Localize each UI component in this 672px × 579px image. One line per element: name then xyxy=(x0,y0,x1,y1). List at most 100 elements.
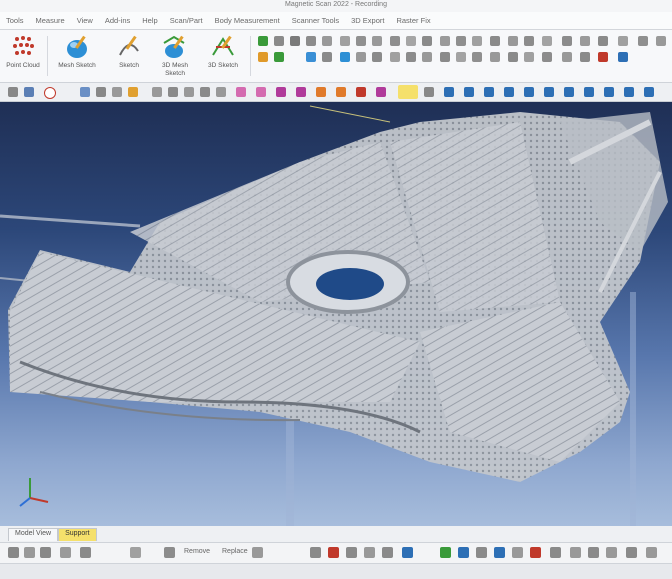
lasso-icon[interactable] xyxy=(24,87,34,97)
scale-icon[interactable] xyxy=(656,36,666,46)
mirror-icon[interactable] xyxy=(472,36,482,46)
move-icon[interactable] xyxy=(618,36,628,46)
3d-mesh-sketch-button[interactable]: 3D Mesh Sketch xyxy=(152,33,198,79)
auto-surface-icon[interactable] xyxy=(422,52,432,62)
sew-icon[interactable] xyxy=(562,36,572,46)
branch-icon[interactable] xyxy=(290,36,300,46)
shell-icon[interactable] xyxy=(406,36,416,46)
draft-icon[interactable] xyxy=(456,36,466,46)
orange-diamond-icon[interactable] xyxy=(316,87,326,97)
zoom-icon[interactable] xyxy=(152,87,162,97)
cube-top-icon[interactable] xyxy=(484,87,494,97)
menu-body-measurement[interactable]: Body Measurement xyxy=(209,16,286,25)
filter-icon[interactable] xyxy=(128,87,138,97)
cube-bottom-icon[interactable] xyxy=(544,87,554,97)
sweep-icon[interactable] xyxy=(372,36,382,46)
copy-icon[interactable] xyxy=(80,87,90,97)
clip-icon[interactable] xyxy=(476,547,487,558)
remove-label[interactable]: Remove xyxy=(184,548,210,555)
offset-icon[interactable] xyxy=(598,36,608,46)
sheet-icon[interactable] xyxy=(372,52,382,62)
record-icon[interactable] xyxy=(598,52,608,62)
cube-left-icon[interactable] xyxy=(604,87,614,97)
thicken-icon[interactable] xyxy=(580,36,590,46)
mesh-fit-icon[interactable] xyxy=(440,52,450,62)
frame-icon[interactable] xyxy=(618,52,628,62)
loft-icon[interactable] xyxy=(356,36,366,46)
cube-rotate-icon[interactable] xyxy=(644,87,654,97)
split-icon[interactable] xyxy=(524,36,534,46)
replace-label[interactable]: Replace xyxy=(222,548,248,555)
cube-view-icon[interactable] xyxy=(444,87,454,97)
extrude-icon[interactable] xyxy=(258,36,268,46)
print-icon[interactable] xyxy=(606,547,617,558)
surface-icon[interactable] xyxy=(340,36,350,46)
menu-scanner-tools[interactable]: Scanner Tools xyxy=(286,16,345,25)
light-icon[interactable] xyxy=(550,547,561,558)
transform-icon[interactable] xyxy=(322,52,332,62)
screenshot-icon[interactable] xyxy=(588,547,599,558)
cube-front-icon[interactable] xyxy=(464,87,474,97)
menu-3d-export[interactable]: 3D Export xyxy=(345,16,390,25)
color-icon[interactable] xyxy=(530,547,541,558)
measure-icon[interactable] xyxy=(542,52,552,62)
cube-iso-icon[interactable] xyxy=(564,87,574,97)
section-icon[interactable] xyxy=(456,52,466,62)
point-cloud-button[interactable]: Point Cloud xyxy=(0,33,46,79)
cursor-icon[interactable] xyxy=(164,547,175,558)
rotate-icon[interactable] xyxy=(8,547,19,558)
menu-measure[interactable]: Measure xyxy=(30,16,71,25)
save-icon[interactable] xyxy=(130,547,141,558)
blue-diamond-icon[interactable] xyxy=(340,52,350,62)
layer-icon[interactable] xyxy=(402,547,413,558)
menu-scan-part[interactable]: Scan/Part xyxy=(164,16,209,25)
contour-icon[interactable] xyxy=(472,52,482,62)
line-icon[interactable] xyxy=(274,36,284,46)
cube-back-icon[interactable] xyxy=(524,87,534,97)
compare-icon[interactable] xyxy=(508,52,518,62)
arrow-icon[interactable] xyxy=(306,36,316,46)
menu-add-ins[interactable]: Add-ins xyxy=(99,16,136,25)
orbit-icon[interactable] xyxy=(184,87,194,97)
distribute-icon[interactable] xyxy=(364,547,375,558)
menu-raster-fix[interactable]: Raster Fix xyxy=(390,16,436,25)
plane-icon[interactable] xyxy=(306,52,316,62)
highlight-icon[interactable] xyxy=(258,52,268,62)
leaf-icon[interactable] xyxy=(274,52,284,62)
mesh-sketch-button[interactable]: Mesh Sketch xyxy=(54,33,100,79)
red-shape-icon[interactable] xyxy=(356,87,366,97)
undo-icon[interactable] xyxy=(112,87,122,97)
report-icon[interactable] xyxy=(562,52,572,62)
tab-model-view[interactable]: Model View xyxy=(8,528,59,541)
fit-view-icon[interactable] xyxy=(200,87,210,97)
undo-icon[interactable] xyxy=(60,547,71,558)
export-icon[interactable] xyxy=(580,52,590,62)
highlighted-tool-icon[interactable] xyxy=(398,85,418,99)
purple-diamond-icon[interactable] xyxy=(276,87,286,97)
deviation-icon[interactable] xyxy=(490,52,500,62)
cube-right-icon[interactable] xyxy=(584,87,594,97)
pink-diamond-icon[interactable] xyxy=(236,87,246,97)
fit-icon[interactable] xyxy=(390,52,400,62)
chamfer-icon[interactable] xyxy=(440,36,450,46)
network-icon[interactable] xyxy=(458,547,469,558)
3d-viewport[interactable] xyxy=(0,102,672,526)
pan-icon[interactable] xyxy=(168,87,178,97)
stop-icon[interactable] xyxy=(44,87,56,99)
grid-icon[interactable] xyxy=(424,87,434,97)
zoom-icon[interactable] xyxy=(40,547,51,558)
list-icon[interactable] xyxy=(310,547,321,558)
fillet-icon[interactable] xyxy=(422,36,432,46)
redo-icon[interactable] xyxy=(80,547,91,558)
rotate-icon[interactable] xyxy=(638,36,648,46)
snap-icon[interactable] xyxy=(382,547,393,558)
magenta-shape-icon[interactable] xyxy=(376,87,386,97)
curve-icon[interactable] xyxy=(322,36,332,46)
3d-sketch-button[interactable]: 3D Sketch xyxy=(200,33,246,79)
camera-icon[interactable] xyxy=(570,547,581,558)
section-plane-icon[interactable] xyxy=(494,547,505,558)
pattern-icon[interactable] xyxy=(490,36,500,46)
pan-icon[interactable] xyxy=(24,547,35,558)
menu-view[interactable]: View xyxy=(71,16,99,25)
trim-icon[interactable] xyxy=(542,36,552,46)
